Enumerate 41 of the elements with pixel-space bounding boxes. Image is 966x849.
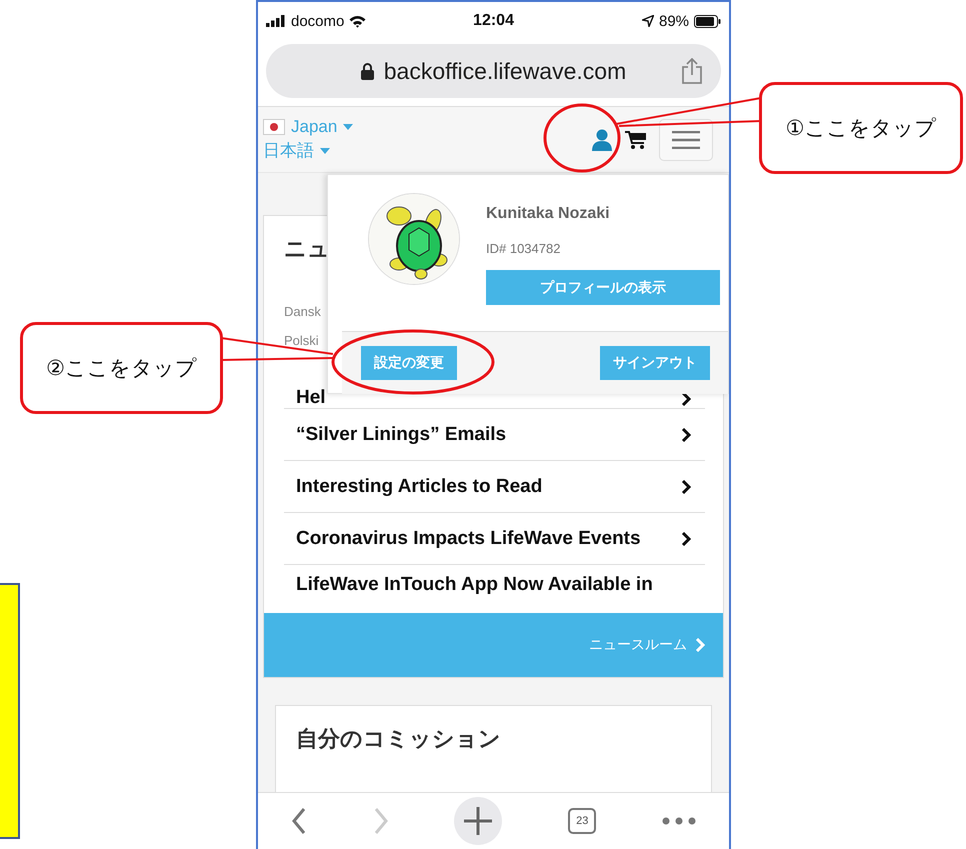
chevron-icon bbox=[681, 532, 691, 546]
chevron-icon bbox=[681, 392, 691, 406]
user-name: Kunitaka Nozaki bbox=[486, 205, 611, 223]
card-title: ニュ bbox=[283, 235, 331, 263]
plus-icon bbox=[463, 806, 494, 836]
battery-percent: 89% bbox=[658, 12, 690, 30]
cart-icon[interactable] bbox=[625, 130, 647, 150]
url-text: backoffice.lifewave.com bbox=[384, 58, 626, 84]
tabs-button[interactable]: 23 bbox=[568, 808, 596, 834]
back-icon bbox=[290, 807, 307, 835]
user-icon[interactable] bbox=[591, 128, 613, 150]
lock-icon bbox=[360, 62, 374, 80]
signal-icon bbox=[266, 15, 286, 27]
caret-icon bbox=[343, 124, 354, 130]
card-title: 自分のコミッション bbox=[295, 725, 502, 753]
article-link[interactable]: Coronavirus Impacts LifeWave Events bbox=[284, 513, 705, 565]
back-button[interactable] bbox=[290, 807, 307, 835]
menu-icon bbox=[672, 130, 700, 148]
location-icon bbox=[642, 15, 654, 27]
article-link[interactable]: LifeWave InTouch App Now Available in bbox=[284, 565, 705, 602]
address-bar[interactable]: backoffice.lifewave.com bbox=[266, 44, 721, 98]
wifi-icon bbox=[349, 14, 366, 28]
menu-button[interactable] bbox=[659, 118, 713, 160]
carrier-name: docomo bbox=[291, 12, 344, 30]
chevron-icon bbox=[681, 428, 691, 442]
new-tab-button[interactable] bbox=[454, 797, 502, 845]
chevron-icon bbox=[695, 638, 705, 652]
battery-icon bbox=[694, 14, 722, 28]
chevron-icon bbox=[681, 480, 691, 494]
flag-icon bbox=[263, 119, 285, 135]
share-icon[interactable] bbox=[681, 58, 703, 84]
article-link[interactable]: “Silver Linings” Emails bbox=[284, 409, 705, 461]
member-id: ID# 1034782 bbox=[486, 241, 562, 256]
forward-icon bbox=[372, 807, 389, 835]
more-button[interactable] bbox=[662, 817, 696, 825]
callout-text: ①ここをタップ bbox=[786, 116, 936, 142]
more-icon bbox=[662, 817, 696, 825]
article-link[interactable]: Interesting Articles to Read bbox=[284, 461, 705, 513]
callout-text: ②ここをタップ bbox=[46, 356, 197, 382]
caret-icon bbox=[320, 148, 330, 154]
clock: 12:04 bbox=[473, 12, 514, 30]
